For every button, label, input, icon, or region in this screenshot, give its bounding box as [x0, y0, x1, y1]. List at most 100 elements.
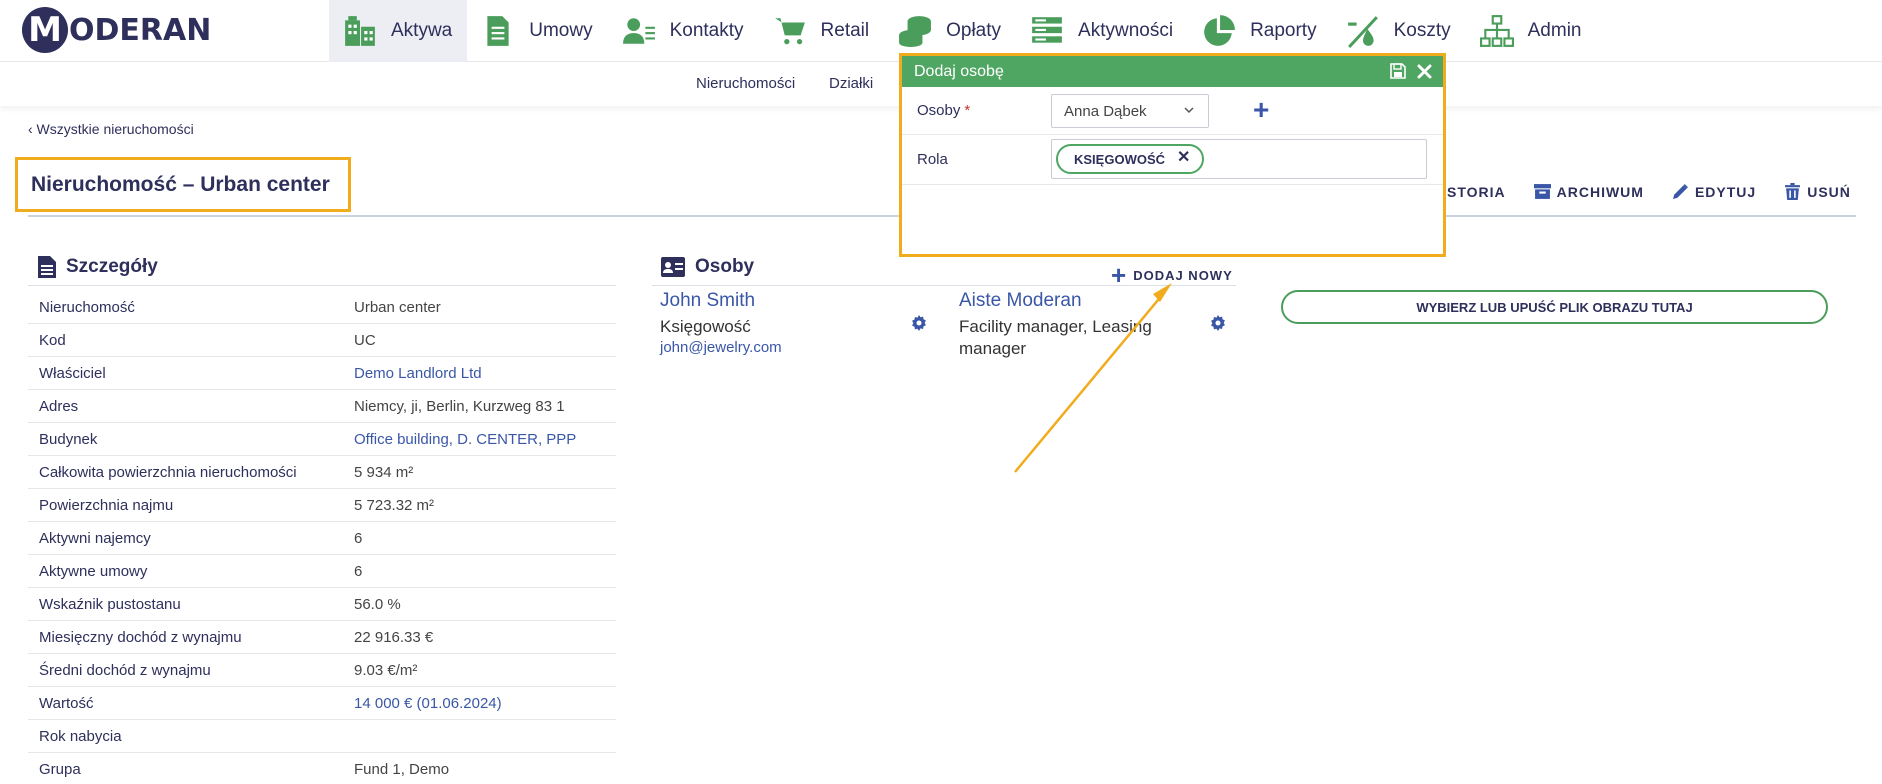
nav-item-umowy[interactable]: Umowy	[467, 0, 607, 62]
details-row: Kod UC	[28, 324, 616, 357]
nav-label-aktywnosci: Aktywności	[1078, 20, 1174, 41]
trash-icon	[1785, 183, 1801, 200]
logo-mark: M	[22, 7, 68, 53]
nav-label-oplaty: Opłaty	[946, 20, 1002, 41]
details-row: Wartość 14 000 € (01.06.2024)	[28, 687, 616, 720]
costs-icon	[1346, 14, 1380, 48]
person-email[interactable]: john@jewelry.com	[660, 339, 782, 356]
subnav-dzialki[interactable]: Działki	[829, 75, 873, 92]
details-key: Aktywni najemcy	[39, 529, 151, 547]
id-card-icon	[661, 257, 685, 277]
person-role: Księgowość	[660, 317, 751, 336]
details-divider	[28, 285, 616, 286]
required-marker: *	[964, 102, 971, 119]
details-key: Aktywne umowy	[39, 562, 148, 580]
remove-tag-icon[interactable]: ✕	[1177, 147, 1190, 167]
role-tag-input[interactable]: KSIĘGOWOŚĆ ✕	[1051, 139, 1427, 179]
moderan-logo[interactable]: M ODERAN	[22, 7, 211, 53]
role-field-label: Rola	[917, 151, 948, 168]
archive-label: ARCHIWUM	[1556, 183, 1644, 200]
add-new-label: DODAJ NOWY	[1133, 267, 1233, 283]
details-row: Wskaźnik pustostanu 56.0 %	[28, 588, 616, 621]
upload-image-button[interactable]: WYBIERZ LUB UPUŚĆ PLIK OBRAZU TUTAJ	[1281, 290, 1828, 324]
details-row: Średni dochód z wynajmu 9.03 €/m²	[28, 654, 616, 687]
modal-title: Dodaj osobę	[914, 62, 1004, 80]
details-value[interactable]: 14 000 € (01.06.2024)	[354, 695, 502, 712]
nav-item-aktywa[interactable]: Aktywa	[329, 0, 468, 62]
details-key: Nieruchomość	[39, 298, 135, 316]
details-value: 5 934 m²	[354, 463, 414, 481]
contacts-icon	[622, 14, 656, 48]
details-key: Rok nabycia	[39, 727, 122, 745]
modal-header: Dodaj osobę	[902, 56, 1443, 87]
details-value: Niemcy, ji, Berlin, Kurzweg 83 1	[354, 397, 565, 415]
person-name[interactable]: John Smith	[660, 290, 782, 312]
details-value: 6	[354, 529, 363, 547]
details-table: Nieruchomość Urban center Kod UC Właściciel D…	[28, 291, 616, 784]
details-key: Wskaźnik pustostanu	[39, 595, 181, 613]
details-key: Miesięczny dochód z wynajmu	[39, 628, 242, 646]
details-value: Fund 1, Demo	[354, 760, 450, 778]
people-section-header: Osoby	[661, 256, 754, 278]
delete-label: USUŃ	[1807, 183, 1851, 200]
details-key: Kod	[39, 331, 66, 349]
people-field-row: Osoby * Anna Dąbek +	[902, 87, 1443, 135]
nav-label-kontakty: Kontakty	[669, 20, 744, 41]
details-title: Szczegóły	[66, 256, 158, 277]
page-title: Nieruchomość – Urban center	[31, 172, 330, 196]
person-role: Facility manager, Leasing manager	[959, 317, 1152, 358]
add-person-plus-icon[interactable]: +	[1253, 96, 1269, 124]
nav-label-raporty: Raporty	[1250, 20, 1317, 41]
close-icon[interactable]	[1414, 61, 1434, 81]
add-person-modal: Dodaj osobę Osoby * Anna Dąbek + Rola KSI…	[899, 53, 1446, 257]
person-settings-gear-icon[interactable]	[1210, 315, 1226, 331]
details-row: Aktywni najemcy 6	[28, 522, 616, 555]
details-key: Budynek	[39, 430, 98, 448]
document-icon	[38, 256, 56, 278]
nav-label-aktywa: Aktywa	[391, 20, 453, 41]
details-key: Powierzchnia najmu	[39, 496, 174, 514]
details-value[interactable]: Office building, D. CENTER, PPP	[354, 431, 576, 448]
details-value: 6	[354, 562, 363, 580]
edit-button[interactable]: EDYTUJ	[1672, 183, 1756, 200]
person-settings-gear-icon[interactable]	[911, 315, 927, 331]
save-icon[interactable]	[1388, 61, 1408, 81]
history-button[interactable]: STORIA	[1447, 183, 1506, 200]
page-actions: STORIA ARCHIWUM EDYTUJ USUŃ	[1447, 183, 1879, 200]
back-to-properties-link[interactable]: ‹ Wszystkie nieruchomości	[28, 121, 194, 137]
person-select[interactable]: Anna Dąbek	[1051, 94, 1209, 128]
details-row: Adres Niemcy, ji, Berlin, Kurzweg 83 1	[28, 390, 616, 423]
archive-button[interactable]: ARCHIWUM	[1533, 183, 1644, 200]
nav-item-retail[interactable]: Retail	[759, 0, 885, 62]
details-row: Miesięczny dochód z wynajmu 22 916.33 €	[28, 621, 616, 654]
details-value: Urban center	[354, 298, 441, 316]
role-field-row: Rola KSIĘGOWOŚĆ ✕	[902, 135, 1443, 185]
details-row: Właściciel Demo Landlord Ltd	[28, 357, 616, 390]
subnav-nieruchomosci[interactable]: Nieruchomości	[696, 75, 795, 92]
details-value[interactable]: Demo Landlord Ltd	[354, 365, 482, 382]
nav-label-admin: Admin	[1527, 20, 1582, 41]
nav-item-kontakty[interactable]: Kontakty	[608, 0, 759, 62]
details-value: 5 723.32 m²	[354, 496, 435, 514]
coins-icon	[898, 14, 932, 48]
archive-icon	[1533, 184, 1551, 199]
details-value: UC	[354, 331, 376, 349]
people-field-label: Osoby *	[917, 102, 971, 119]
details-row: Rok nabycia	[28, 720, 616, 753]
nav-item-admin[interactable]: Admin	[1466, 0, 1597, 62]
details-row: Aktywne umowy 6	[28, 555, 616, 588]
edit-label: EDYTUJ	[1694, 183, 1757, 200]
details-key: Całkowita powierzchnia nieruchomości	[39, 463, 297, 481]
page-title-highlight: Nieruchomość – Urban center	[15, 157, 351, 212]
person-select-value: Anna Dąbek	[1064, 102, 1147, 120]
upload-label: WYBIERZ LUB UPUŚĆ PLIK OBRAZU TUTAJ	[1416, 299, 1693, 315]
details-value: 9.03 €/m²	[354, 661, 418, 679]
role-tag-label: KSIĘGOWOŚĆ	[1074, 151, 1166, 167]
history-label: STORIA	[1447, 183, 1506, 200]
cart-icon	[773, 14, 807, 48]
document-icon	[481, 14, 515, 48]
details-row: Nieruchomość Urban center	[28, 291, 616, 324]
delete-button[interactable]: USUŃ	[1784, 183, 1851, 200]
details-row: Grupa Fund 1, Demo	[28, 753, 616, 784]
person-name[interactable]: Aiste Moderan	[959, 290, 1169, 312]
